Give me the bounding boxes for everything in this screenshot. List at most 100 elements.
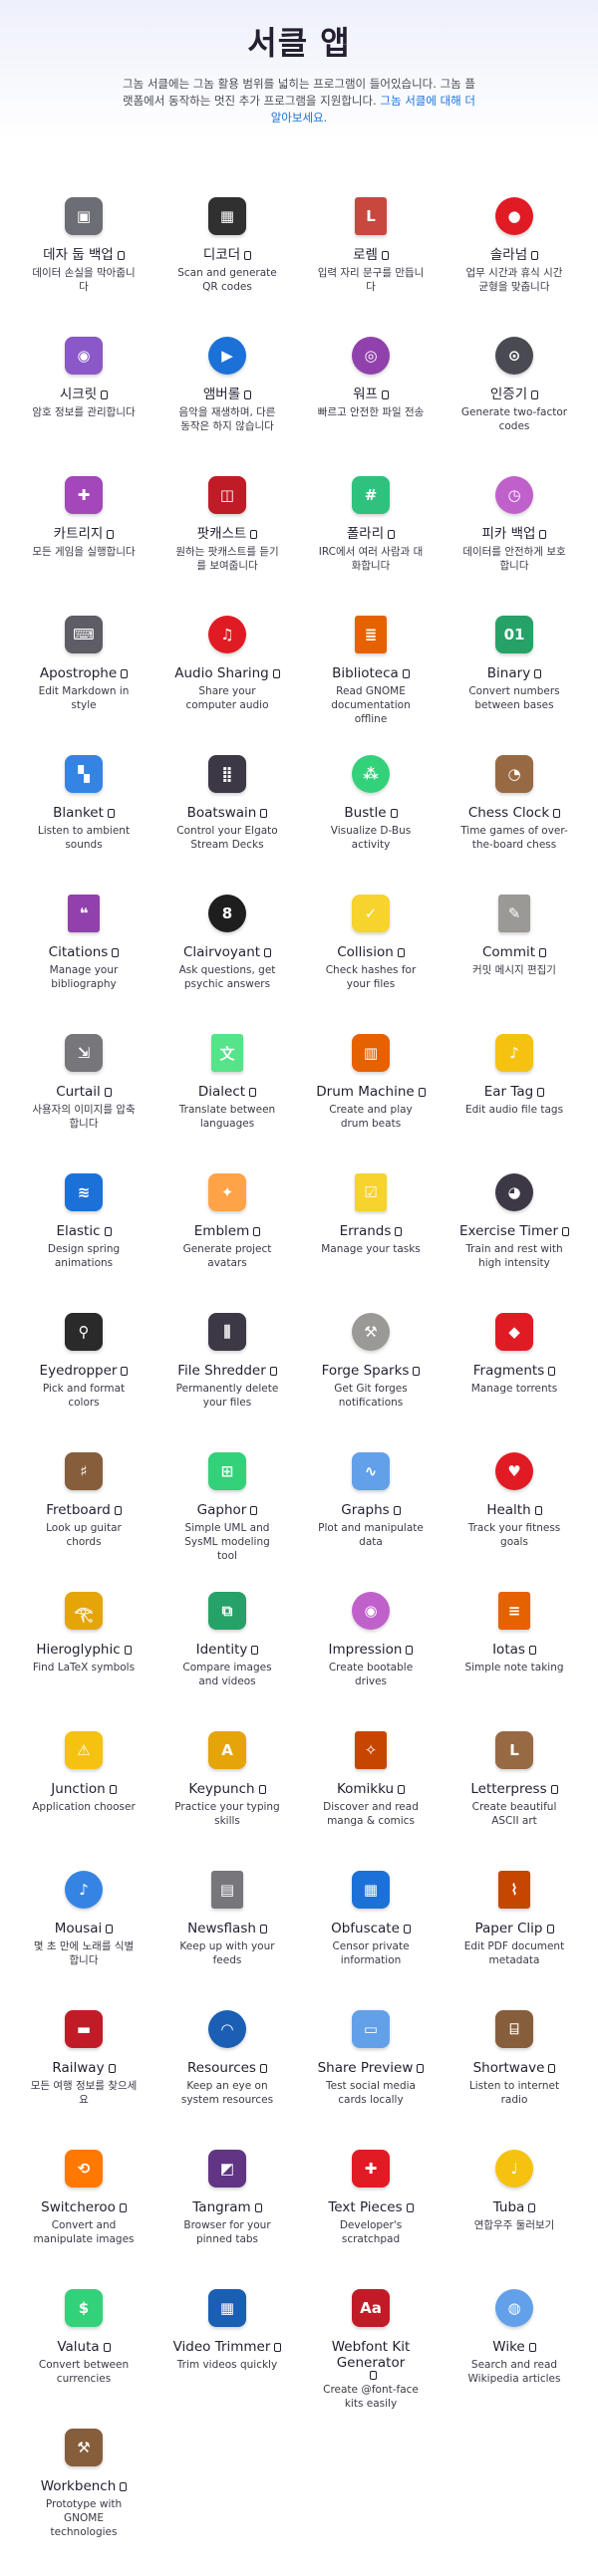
app-icon-glyph: ⁂: [352, 755, 390, 793]
app-card[interactable]: ▬ Railway 모든 여행 정보를 찾으세요: [12, 2000, 155, 2140]
app-description: Visualize D-Bus activity: [330, 825, 412, 851]
app-description: 연합우주 둘러보기: [473, 2219, 555, 2231]
chat-hash-icon: #: [350, 474, 392, 516]
app-name: 앰버롤: [202, 386, 241, 402]
app-card[interactable]: ♩ Tuba 연합우주 둘러보기: [443, 2140, 586, 2279]
app-card[interactable]: $ Valuta Convert between currencies: [12, 2279, 155, 2419]
app-card[interactable]: ≡ Iotas Simple note taking: [443, 1582, 586, 1721]
app-card[interactable]: ◔ Chess Clock Time games of over-the-board…: [443, 745, 586, 885]
app-card[interactable]: ≣ Biblioteca Read GNOME documentation offl…: [299, 606, 443, 745]
app-icon-glyph: ◩: [208, 2150, 246, 2188]
app-card[interactable]: ∿ Graphs Plot and manipulate data: [299, 1442, 443, 1582]
app-card[interactable]: ▣ 데자 둡 백업 데이터 손실을 막아줍니다: [12, 187, 155, 327]
app-card[interactable]: ⇲ Curtail 사용자의 이미지를 압축합니다: [12, 1024, 155, 1163]
app-card[interactable]: 01 Binary Convert numbers between bases: [443, 606, 586, 745]
app-card[interactable]: ⟲ Switcheroo Convert and manipulate images: [12, 2140, 155, 2279]
app-card[interactable]: ◕ Exercise Timer Train and rest with high …: [443, 1163, 586, 1303]
app-card[interactable]: ● 솔라넘 업무 시간과 휴식 시간 균형을 맞춥니다: [443, 187, 586, 327]
app-card[interactable]: 8 Clairvoyant Ask questions, get psychic a…: [155, 885, 299, 1024]
app-card[interactable]: ▦ Obfuscate Censor private information: [299, 1861, 443, 2000]
app-card[interactable]: ⌨ Apostrophe Edit Markdown in style: [12, 606, 155, 745]
app-card[interactable]: ◉ Impression Create bootable drives: [299, 1582, 443, 1721]
app-card[interactable]: ✦ Emblem Generate project avatars: [155, 1163, 299, 1303]
app-card[interactable]: ⚒ Workbench Prototype with GNOME technolog…: [12, 2419, 155, 2558]
app-name-row: Dialect: [198, 1084, 257, 1100]
app-card[interactable]: L Letterpress Create beautiful ASCII art: [443, 1721, 586, 1861]
app-card[interactable]: ⚒ Forge Sparks Get Git forges notification…: [299, 1303, 443, 1442]
circle-badge-icon: [395, 1226, 403, 1236]
app-description: 업무 시간과 휴식 시간 균형을 맞춥니다: [465, 267, 563, 293]
app-card[interactable]: ◩ Tangram Browser for your pinned tabs: [155, 2140, 299, 2279]
app-card[interactable]: ✚ Text Pieces Developer's scratchpad: [299, 2140, 443, 2279]
app-card[interactable]: ⫼ File Shredder Permanently delete your fi…: [155, 1303, 299, 1442]
app-card[interactable]: ▦ 디코더 Scan and generate QR codes: [155, 187, 299, 327]
app-card[interactable]: ♪ Mousai 몇 초 만에 노래를 식별합니다: [12, 1861, 155, 2000]
app-card[interactable]: ⣿ Boatswain Control your Elgato Stream Dec…: [155, 745, 299, 885]
app-card[interactable]: ♯ Fretboard Look up guitar chords: [12, 1442, 155, 1582]
app-grid: ▣ 데자 둡 백업 데이터 손실을 막아줍니다 ▦ 디코더 Scan and genera…: [12, 187, 586, 2558]
app-card[interactable]: ✎ Commit 커밋 메시지 편집기: [443, 885, 586, 1024]
app-card[interactable]: L 로렘 입력 자리 문구를 만듭니다: [299, 187, 443, 327]
circle-badge-icon: [413, 1366, 421, 1376]
app-card[interactable]: ✚ 카트리지 모든 게임을 실행합니다: [12, 466, 155, 606]
circle-badge-icon: [259, 1924, 267, 1933]
app-card[interactable]: ☑ Errands Manage your tasks: [299, 1163, 443, 1303]
app-icon-glyph: Aa: [352, 2289, 390, 2327]
app-card[interactable]: ▥ Drum Machine Create and play drum beats: [299, 1024, 443, 1163]
circle-badge-icon: [121, 1366, 129, 1376]
app-card[interactable]: ♥ Health Track your fitness goals: [443, 1442, 586, 1582]
circle-badge-icon: [418, 1087, 426, 1097]
app-name: Obfuscate: [331, 1921, 400, 1936]
app-name-row: Tuba: [493, 2199, 536, 2215]
app-card[interactable]: Aa Webfont Kit Generator Create @font-face…: [299, 2279, 443, 2419]
app-icon-glyph: ▭: [352, 2010, 390, 2048]
app-card[interactable]: ◫ 팟캐스트 원하는 팟캐스트를 듣기를 보여줍니다: [155, 466, 299, 606]
app-icon-glyph: ▦: [208, 2289, 246, 2327]
app-name: Boatswain: [186, 805, 257, 821]
circle-badge-icon: [531, 250, 539, 260]
app-card[interactable]: ◍ Wike Search and read Wikipedia articles: [443, 2279, 586, 2419]
app-name-row: Railway: [52, 2060, 116, 2076]
app-card[interactable]: ▦ Video Trimmer Trim videos quickly: [155, 2279, 299, 2419]
app-name-row: Switcheroo: [41, 2199, 127, 2215]
app-card[interactable]: ⚠ Junction Application chooser: [12, 1721, 155, 1861]
app-card[interactable]: ◆ Fragments Manage torrents: [443, 1303, 586, 1442]
app-card[interactable]: ≋ Elastic Design spring animations: [12, 1163, 155, 1303]
app-card[interactable]: ◷ 피카 백업 데이터를 안전하게 보호합니다: [443, 466, 586, 606]
page-header: 서클 앱 그놈 서클에는 그놈 활용 범위를 넓히는 프로그램이 들어있습니다.…: [0, 0, 598, 139]
app-card[interactable]: ✧ Komikku Discover and read manga & comics: [299, 1721, 443, 1861]
app-card[interactable]: ⊞ Gaphor Simple UML and SysML modeling too…: [155, 1442, 299, 1582]
app-card[interactable]: ◉ 시크릿 암호 정보를 관리합니다: [12, 327, 155, 466]
app-card[interactable]: ▤ Newsflash Keep up with your feeds: [155, 1861, 299, 2000]
app-description: 데이터를 안전하게 보호합니다: [462, 546, 566, 572]
app-card[interactable]: ♪ Ear Tag Edit audio file tags: [443, 1024, 586, 1163]
app-card[interactable]: ❝ Citations Manage your bibliography: [12, 885, 155, 1024]
app-icon-glyph: ⚠: [65, 1731, 103, 1769]
app-card[interactable]: A Keypunch Practice your typing skills: [155, 1721, 299, 1861]
app-card[interactable]: ✓ Collision Check hashes for your files: [299, 885, 443, 1024]
app-card[interactable]: ♫ Audio Sharing Share your computer audio: [155, 606, 299, 745]
app-name-row: File Shredder: [177, 1363, 277, 1379]
app-card[interactable]: ◎ 워프 빠르고 안전한 파일 전송: [299, 327, 443, 466]
app-card[interactable]: ⊙ 인증기 Generate two-factor codes: [443, 327, 586, 466]
app-card[interactable]: ▚ Blanket Listen to ambient sounds: [12, 745, 155, 885]
app-name: Chess Clock: [467, 805, 550, 821]
app-description: Scan and generate QR codes: [177, 267, 277, 293]
app-icon-glyph: ♥: [495, 1452, 533, 1490]
app-card[interactable]: ⌇ Paper Clip Edit PDF document metadata: [443, 1861, 586, 2000]
app-card[interactable]: ▭ Share Preview Test social media cards lo…: [299, 2000, 443, 2140]
globe-book-icon: ◍: [493, 2287, 535, 2329]
app-card[interactable]: ⁂ Bustle Visualize D-Bus activity: [299, 745, 443, 885]
app-card[interactable]: # 폴라리 IRC에서 여러 사람과 대화합니다: [299, 466, 443, 606]
app-card[interactable]: ◠ Resources Keep an eye on system resource…: [155, 2000, 299, 2140]
app-card[interactable]: ⚲ Eyedropper Pick and format colors: [12, 1303, 155, 1442]
app-card[interactable]: 文 Dialect Translate between languages: [155, 1024, 299, 1163]
app-card[interactable]: ⧉ Identity Compare images and videos: [155, 1582, 299, 1721]
app-card[interactable]: ⌸ Shortwave Listen to internet radio: [443, 2000, 586, 2140]
app-name-row: Keypunch: [188, 1781, 266, 1797]
app-description: Convert and manipulate images: [33, 2219, 135, 2245]
gamepad-icon: ✚: [63, 474, 105, 516]
app-description: Compare images and videos: [182, 1662, 272, 1687]
app-card[interactable]: ▶ 앰버롤 음악을 재생하며, 다른 동작은 하지 않습니다: [155, 327, 299, 466]
app-card[interactable]: 𓂀 Hieroglyphic Find LaTeX symbols: [12, 1582, 155, 1721]
